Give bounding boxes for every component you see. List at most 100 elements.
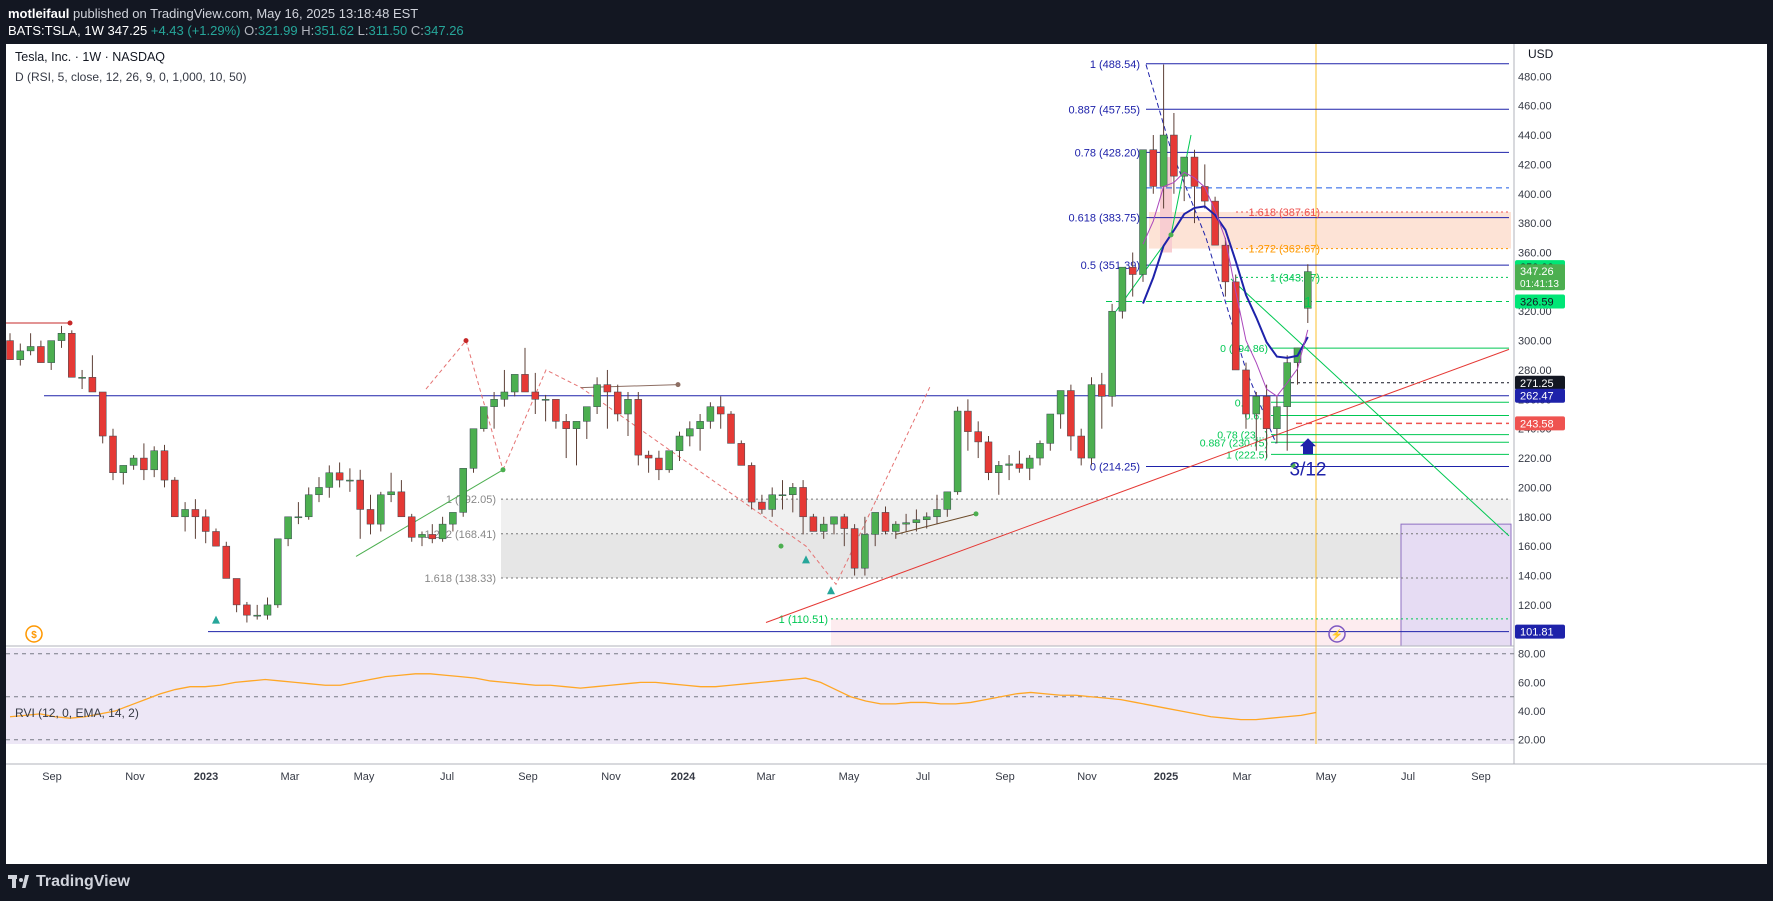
candle-body: [964, 410, 972, 432]
candle-body: [335, 472, 344, 481]
arrow-up-icon: [1300, 438, 1316, 455]
symbol-label: BATS:TSLA, 1W: [8, 23, 104, 38]
fib-level-label: 0 (214.25): [1090, 462, 1140, 474]
candle-body: [593, 384, 601, 407]
candle-body: [613, 391, 622, 415]
candle-body: [284, 516, 292, 540]
price-tag-label: 262.47: [1520, 391, 1554, 403]
candle-body: [150, 450, 158, 471]
close-label: C:: [410, 23, 424, 38]
chart-area[interactable]: USD100.00120.00140.00160.00180.00200.002…: [6, 44, 1767, 864]
time-tick-label: 2024: [671, 771, 696, 783]
candle-body: [727, 413, 735, 444]
candle-body: [16, 350, 25, 360]
candle-body: [840, 516, 849, 529]
candle-body: [747, 465, 756, 503]
candle-body: [1283, 362, 1291, 407]
last-price: 347.25: [107, 23, 148, 38]
candle-body: [346, 479, 354, 482]
candle-body: [304, 494, 313, 518]
price-tick-label: 280.00: [1518, 365, 1552, 377]
chart-canvas[interactable]: USD100.00120.00140.00160.00180.00200.002…: [6, 44, 1767, 864]
swing-point: [973, 511, 979, 517]
candle-body: [438, 523, 447, 540]
candle-body: [572, 421, 581, 429]
candle-body: [850, 528, 859, 569]
candle-body: [634, 399, 643, 456]
candle-body: [274, 538, 282, 606]
time-tick-label: Sep: [1471, 771, 1491, 783]
indicator-legend[interactable]: D (RSI, 5, close, 12, 26, 9, 0, 1,000, 1…: [15, 70, 246, 84]
author-name[interactable]: motleifaul: [8, 6, 69, 21]
candle-body: [1046, 413, 1055, 444]
candle-body: [531, 391, 540, 400]
candle-body: [243, 604, 251, 616]
fib-level-label: 0.78 (428.20): [1075, 147, 1140, 159]
candle-body: [1159, 134, 1168, 187]
rvi-tick-label: 40.00: [1518, 706, 1546, 718]
candle-body: [984, 441, 993, 473]
fib-level-label: 1 (488.54): [1090, 59, 1140, 71]
candle-body: [789, 487, 797, 496]
price-tick-label: 140.00: [1518, 571, 1552, 583]
time-tick-label: May: [839, 771, 860, 783]
candle-body: [1015, 463, 1024, 469]
price-tick-label: 400.00: [1518, 189, 1552, 201]
price-tag-label: 243.58: [1520, 418, 1554, 430]
time-tick-label: Sep: [995, 771, 1015, 783]
candle-body: [459, 468, 467, 513]
swing-point: [675, 382, 681, 388]
candle-body: [480, 406, 488, 429]
time-tick-label: Nov: [125, 771, 145, 783]
candle-body: [201, 516, 210, 532]
candle-body: [418, 534, 426, 538]
candle-body: [1025, 457, 1034, 469]
rvi-legend[interactable]: RVI (12, 0, EMA, 14, 2): [15, 706, 139, 720]
time-tick-label: Sep: [42, 771, 62, 783]
candle-body: [428, 534, 437, 540]
symbol-legend[interactable]: Tesla, Inc. · 1W · NASDAQ: [15, 50, 165, 64]
fib-ext-label: 1.618 (387.61): [1248, 207, 1320, 219]
candle-body: [819, 523, 828, 532]
candle-body: [387, 491, 395, 496]
candle-body: [1139, 149, 1147, 275]
candle-body: [1056, 390, 1065, 415]
candle-body: [861, 534, 869, 569]
price-tick-label: 480.00: [1518, 71, 1552, 83]
event-icon-glyph: ⚡: [1331, 628, 1343, 641]
candle-body: [212, 531, 220, 547]
candle-body: [696, 421, 704, 429]
candle-body: [1118, 266, 1127, 312]
candle-body: [552, 399, 560, 422]
candle-body: [171, 479, 179, 518]
rvi-tick-label: 20.00: [1518, 735, 1546, 747]
wave-annotation: 1: [1304, 294, 1312, 311]
candle-body: [737, 443, 746, 466]
price-tick-label: 420.00: [1518, 159, 1552, 171]
candle-body: [366, 509, 375, 525]
ohlc-line: BATS:TSLA, 1W 347.25 +4.43 (+1.29%) O:32…: [8, 23, 464, 38]
time-tick-label: Nov: [601, 771, 621, 783]
dividend-icon-glyph: $: [31, 630, 37, 641]
price-tag-label: 101.81: [1520, 627, 1554, 639]
candle-body: [1108, 310, 1116, 397]
candle-body: [1262, 396, 1271, 429]
price-tick-label: 180.00: [1518, 512, 1552, 524]
time-tick-label: Mar: [1233, 771, 1252, 783]
open-value: 321.99: [257, 23, 298, 38]
candle-body: [191, 509, 200, 518]
candle-body: [449, 512, 457, 525]
low-value: 311.50: [368, 23, 408, 38]
open-label: O:: [244, 23, 258, 38]
tradingview-logo[interactable]: TradingView: [8, 873, 130, 891]
tradingview-brand: TradingView: [36, 873, 130, 890]
candle-body: [624, 399, 632, 415]
candle-body: [830, 516, 838, 525]
candle-body: [325, 472, 334, 488]
candle-body: [397, 491, 406, 518]
rvi-pane-background: [6, 648, 1514, 744]
candle-body: [778, 494, 787, 497]
candle-body: [98, 391, 107, 437]
candle-body: [253, 614, 261, 617]
candle-body: [541, 399, 550, 401]
